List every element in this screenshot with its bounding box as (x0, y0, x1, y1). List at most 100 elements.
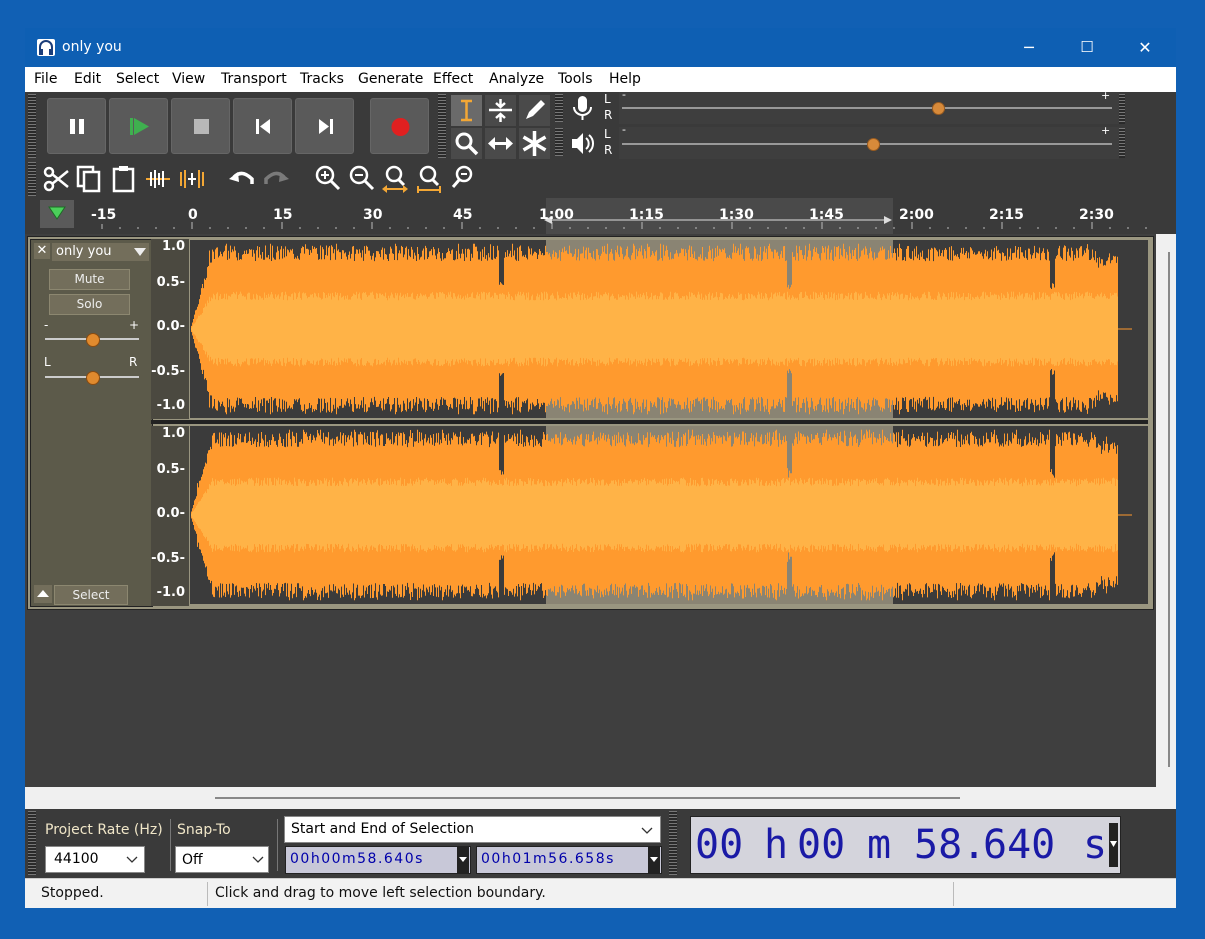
divider (170, 819, 171, 871)
double-arrow-icon (488, 137, 513, 150)
start-time-text: 00h00m58.640s (290, 851, 424, 867)
cut-button[interactable] (40, 163, 72, 195)
menu-tools[interactable]: Tools (558, 71, 593, 87)
fit-selection-button[interactable] (380, 163, 412, 195)
zoom-toggle-button[interactable] (448, 163, 480, 195)
trim-button[interactable] (142, 163, 174, 195)
waveform-right-channel[interactable] (190, 426, 1148, 604)
zoom-tool[interactable] (451, 128, 482, 159)
skip-start-icon (256, 119, 270, 134)
selection-end-time[interactable]: 00h01m56.658s (476, 846, 662, 874)
select-track-button[interactable]: Select (54, 585, 128, 605)
menu-tracks[interactable]: Tracks (300, 71, 344, 87)
edit-toolbar-grip[interactable] (28, 162, 36, 196)
draw-tool[interactable] (519, 95, 550, 126)
snap-to-dropdown[interactable]: Off (175, 846, 269, 873)
menu-generate[interactable]: Generate (358, 71, 423, 87)
track-close-button[interactable]: ✕ (34, 243, 50, 259)
speaker-button[interactable] (567, 128, 598, 159)
pause-button[interactable] (47, 98, 106, 154)
waveform-rms (191, 291, 1118, 367)
menu-edit[interactable]: Edit (74, 71, 101, 87)
microphone-button[interactable] (567, 93, 598, 124)
playback-meter[interactable]: - + (619, 123, 1119, 159)
pan-thumb[interactable] (86, 371, 100, 385)
project-rate-dropdown[interactable]: 44100 (45, 846, 145, 873)
selection-toolbar-grip[interactable] (28, 811, 36, 875)
selection-start-time[interactable]: 00h00m58.640s (285, 846, 471, 874)
menu-transport[interactable]: Transport (221, 71, 287, 87)
end-time-text: 00h01m56.658s (481, 851, 615, 867)
horizontal-scroll-thumb[interactable] (215, 797, 960, 799)
time-format-menu[interactable] (1109, 823, 1118, 867)
collapse-button[interactable] (34, 585, 52, 603)
vertical-scrollbar[interactable] (1156, 234, 1176, 787)
scale-label: 0.0- (156, 319, 185, 334)
divider (953, 882, 954, 906)
ibeam-icon (461, 99, 472, 122)
selection-mode-dropdown[interactable]: Start and End of Selection (284, 816, 661, 843)
menu-analyze[interactable]: Analyze (489, 71, 544, 87)
play-volume-thumb[interactable] (867, 138, 880, 151)
waveform-left-channel[interactable] (190, 240, 1148, 418)
recording-meter[interactable]: - + (619, 88, 1119, 124)
end-time-menu[interactable] (648, 847, 660, 873)
skip-to-end-button[interactable] (295, 98, 354, 154)
timeline-ruler[interactable]: -15 0 15 30 45 1:00 1:15 1:30 1:45 2:00 … (25, 198, 1176, 234)
undo-button[interactable] (226, 163, 258, 195)
solo-button[interactable]: Solo (49, 294, 130, 315)
rec-meter-end (1119, 94, 1125, 124)
zoom-in-button[interactable] (312, 163, 344, 195)
menu-help[interactable]: Help (609, 71, 641, 87)
menu-effect[interactable]: Effect (433, 71, 473, 87)
tools-grip[interactable] (438, 94, 446, 158)
copy-button[interactable] (74, 163, 106, 195)
envelope-tool[interactable] (485, 95, 516, 126)
close-button[interactable]: ✕ (1116, 28, 1174, 67)
divider (277, 819, 278, 871)
play-meter-minus: - (622, 123, 626, 136)
mute-button[interactable]: Mute (49, 269, 130, 290)
track-area: ✕ only you Mute Solo - + L R Select 1.0 … (25, 234, 1176, 787)
big-time-display[interactable]: 00 h 00 m 58 . 640 s (690, 816, 1121, 874)
toolbar-grip[interactable] (28, 94, 36, 158)
play-meter-plus: + (1101, 124, 1111, 137)
time-toolbar-grip[interactable] (669, 811, 677, 875)
scale-label: -0.5- (151, 364, 185, 379)
minimize-button[interactable]: ─ (1000, 28, 1058, 67)
project-rate-value: 44100 (54, 851, 99, 867)
gain-thumb[interactable] (86, 333, 100, 347)
waveform-rms (191, 477, 1118, 553)
track-menu-button[interactable]: only you (52, 243, 149, 261)
envelope-icon (489, 99, 512, 122)
record-button[interactable] (370, 98, 429, 154)
zoom-out-button[interactable] (346, 163, 378, 195)
menu-file[interactable]: File (34, 71, 57, 87)
vertical-scroll-thumb[interactable] (1168, 252, 1170, 767)
time-shift-tool[interactable] (485, 128, 516, 159)
menu-select[interactable]: Select (116, 71, 159, 87)
maximize-button[interactable]: ☐ (1058, 28, 1116, 67)
horizontal-scrollbar[interactable] (25, 787, 1176, 809)
scale-label: 0.5- (156, 462, 185, 477)
redo-button[interactable] (260, 163, 292, 195)
start-time-menu[interactable] (457, 847, 469, 873)
multi-tool[interactable] (519, 128, 550, 159)
rec-volume-thumb[interactable] (932, 102, 945, 115)
redo-icon (264, 171, 289, 184)
play-meter-grip[interactable] (555, 128, 563, 156)
time-minutes: 00 (797, 822, 846, 868)
paste-button[interactable] (108, 163, 140, 195)
skip-to-start-button[interactable] (233, 98, 292, 154)
menu-view[interactable]: View (172, 71, 205, 87)
divider (207, 882, 208, 906)
silence-button[interactable] (176, 163, 208, 195)
play-meter-right-label: R (604, 143, 613, 157)
play-button[interactable] (109, 98, 168, 154)
fit-project-button[interactable] (414, 163, 446, 195)
record-meter-grip[interactable] (555, 94, 563, 122)
play-icon (130, 118, 149, 135)
magnifier-icon (455, 132, 479, 156)
selection-tool[interactable] (451, 95, 482, 126)
stop-button[interactable] (171, 98, 230, 154)
